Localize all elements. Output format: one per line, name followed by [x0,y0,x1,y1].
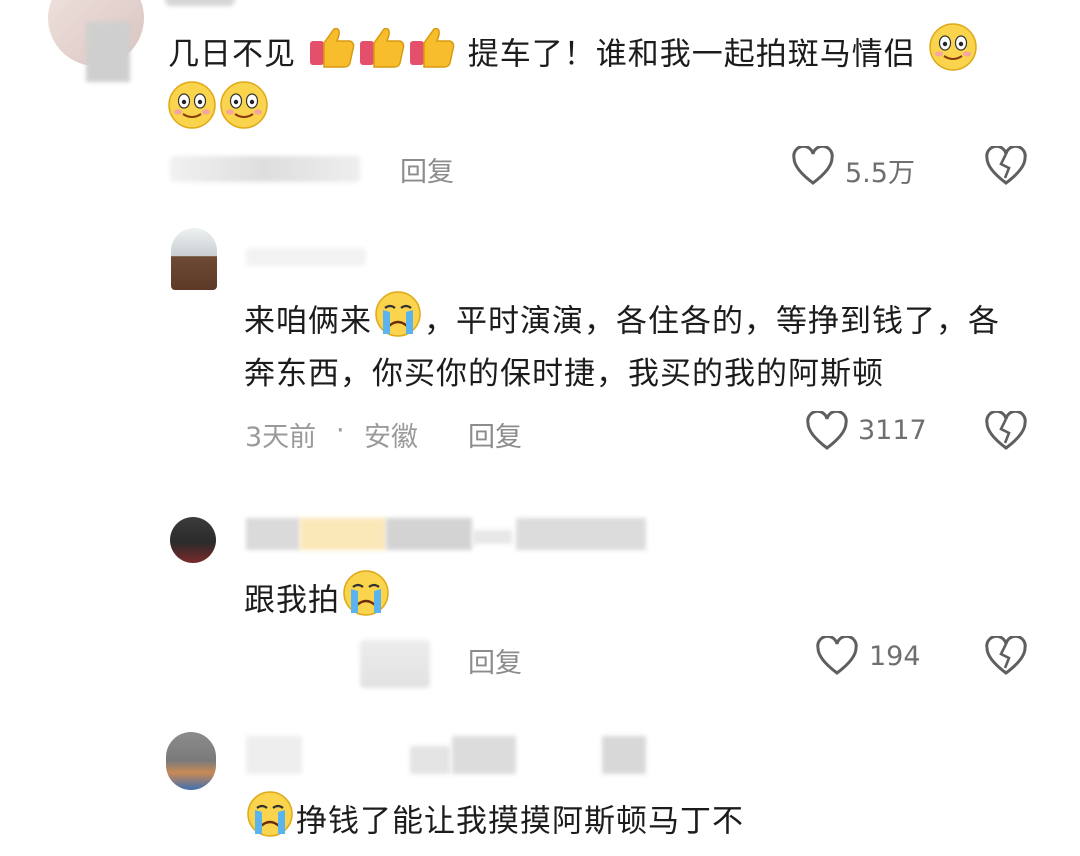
username-blurred [246,518,300,550]
comment-text: 挣钱了能让我摸摸阿斯顿马丁不 [244,790,744,856]
thumbs-up-emoji-icon [308,25,356,87]
meta-blurred [360,640,430,688]
username-blurred [386,518,472,550]
username-blurred [246,736,302,774]
username-blurred [246,248,366,266]
thumbs-up-emoji-icon [358,25,406,87]
comment-time: 3天前 [245,422,317,453]
reply-button[interactable]: 回复 [400,150,454,189]
comment-text-part: 几日不见 [168,36,296,73]
avatar[interactable] [170,517,216,563]
comment-text: 几日不见 提车了！谁和我一起拍斑马情侣 [168,22,979,90]
thumbs-up-emoji-icon [408,25,456,87]
crying-emoji-icon [341,569,391,635]
comment-location: 安徽 [364,422,418,453]
avatar-overlay-blur [86,22,130,82]
reply-button[interactable]: 回复 [468,415,522,454]
comment-text-line2: 奔东西，你买你的保时捷，我买的我的阿斯顿 [244,356,884,392]
like-count: 3117 [858,415,927,446]
like-count: 194 [869,641,921,672]
avatar[interactable] [166,732,216,790]
username-blurred [472,530,512,544]
like-count: 5.5万 [845,158,915,189]
heart-outline-icon[interactable] [805,409,849,455]
username-blurred [516,518,646,550]
broken-heart-icon[interactable] [984,409,1028,455]
heart-outline-icon[interactable] [815,634,859,680]
reply-button[interactable]: 回复 [468,641,522,680]
smile-emoji-icon [928,22,978,90]
heart-outline-icon[interactable] [791,144,835,190]
comment-text-part: 跟我拍 [244,582,340,619]
comment-text-part: 提车了！谁和我一起拍斑马情侣 [467,36,916,73]
username-blurred [410,746,450,774]
comment-text-part: ，平时演演，各住各的，等挣到钱了，各 [424,303,1000,340]
comment-text: 跟我拍 [244,569,392,635]
meta-blurred [170,156,360,182]
username-blurred [452,736,516,774]
broken-heart-icon[interactable] [984,634,1028,680]
username-blurred [165,0,235,6]
avatar[interactable] [171,228,217,290]
meta-separator: · [336,415,345,446]
broken-heart-icon[interactable] [984,144,1028,190]
username-blurred [300,518,386,550]
comment-text-part: 来咱俩来 [244,303,372,340]
smile-emoji-icon [167,80,217,148]
crying-emoji-icon [245,790,295,856]
smile-emoji-icon [219,80,269,148]
username-blurred [602,736,646,774]
comment-text-line2 [166,80,270,148]
